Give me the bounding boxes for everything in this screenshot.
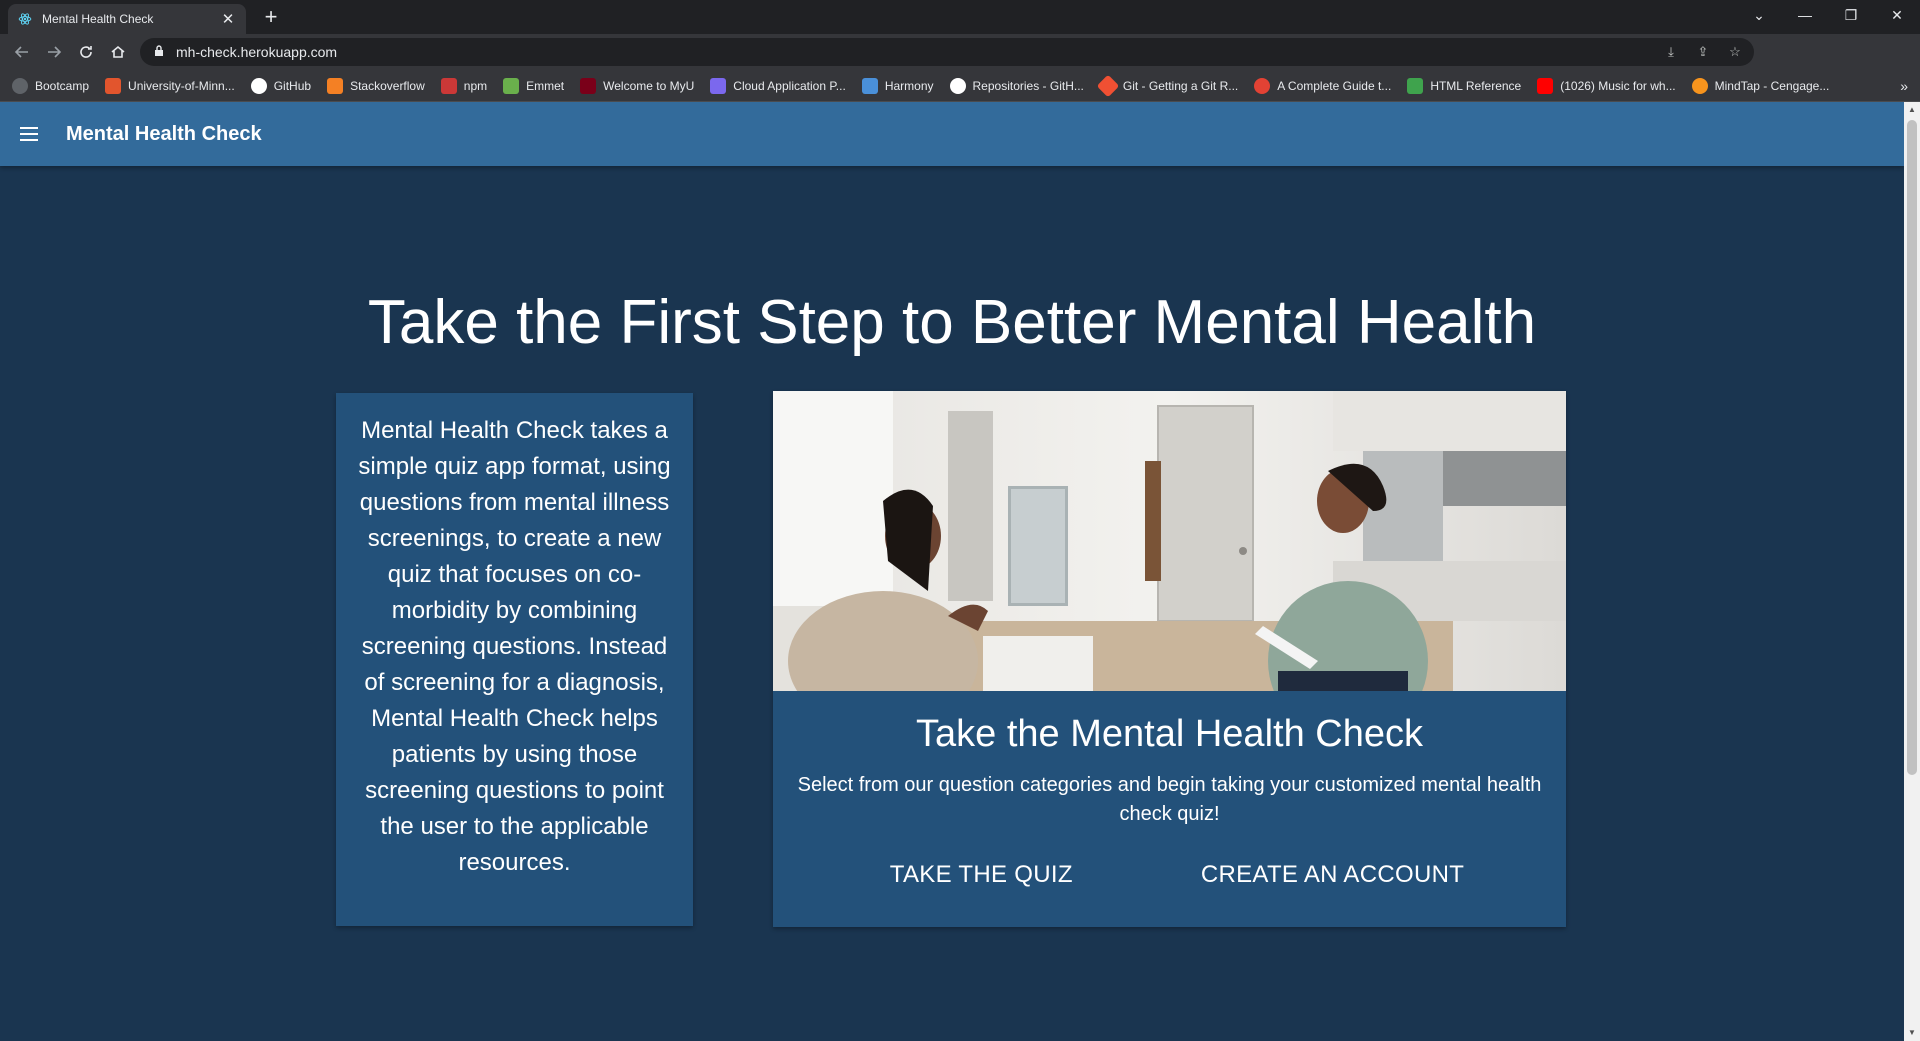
new-tab-button[interactable]: +	[258, 4, 284, 30]
harmony-icon	[861, 77, 878, 94]
bookmark-item[interactable]: HTML Reference	[1407, 77, 1521, 94]
bookmark-item[interactable]: A Complete Guide t...	[1254, 77, 1391, 94]
info-card: Mental Health Check takes a simple quiz …	[336, 393, 693, 926]
minimize-button[interactable]: —	[1782, 0, 1828, 30]
bookmark-item[interactable]: University-of-Minn...	[105, 77, 235, 94]
page-scrollbar[interactable]: ▲ ▼	[1904, 102, 1920, 1041]
install-app-icon[interactable]: ⤓	[1662, 43, 1680, 61]
bookmark-item[interactable]: Stackoverflow	[327, 77, 425, 94]
cloud-app-icon	[710, 77, 727, 94]
quiz-card: Take the Mental Health Check Select from…	[773, 391, 1566, 927]
bookmark-item[interactable]: (1026) Music for wh...	[1537, 77, 1676, 94]
restore-button[interactable]: ❐	[1828, 0, 1874, 30]
browser-tab[interactable]: Mental Health Check ✕	[8, 4, 246, 34]
npm-icon	[440, 77, 457, 94]
address-bar[interactable]: mh-check.herokuapp.com ⤓ ⇪ ☆	[140, 38, 1754, 66]
lock-icon[interactable]	[154, 44, 164, 60]
brand-title[interactable]: Mental Health Check	[66, 123, 262, 146]
quiz-card-description: Select from our question categories and …	[797, 774, 1542, 825]
mindtap-icon	[1691, 77, 1708, 94]
back-arrow-icon	[14, 46, 28, 58]
reload-button[interactable]	[70, 36, 102, 68]
emmet-icon	[503, 77, 520, 94]
bookmark-favicon-icon	[12, 77, 28, 94]
browser-tab-bar: Mental Health Check ✕ + ⌄ — ❐ ✕	[0, 0, 1920, 34]
scrollbar-thumb[interactable]	[1907, 120, 1917, 775]
hamburger-menu-icon[interactable]	[20, 122, 44, 146]
browser-toolbar: mh-check.herokuapp.com ⤓ ⇪ ☆ uO R ʙʙ ✚ ▮…	[0, 34, 1920, 96]
bookmark-item[interactable]: Cloud Application P...	[710, 77, 846, 94]
hero-title: Take the First Step to Better Mental Hea…	[367, 288, 1537, 357]
quiz-card-actions: TAKE THE QUIZ CREATE AN ACCOUNT	[773, 861, 1566, 889]
bookmark-item[interactable]: Welcome to MyU	[580, 77, 694, 94]
omnibox-actions: ⤓ ⇪ ☆	[1662, 43, 1754, 61]
bookmark-item[interactable]: GitHub	[250, 77, 311, 94]
scroll-down-icon[interactable]: ▼	[1904, 1025, 1920, 1041]
bookmarks-bar: Bootcamp University-of-Minn... GitHub St…	[0, 70, 1920, 102]
take-quiz-button[interactable]: TAKE THE QUIZ	[890, 861, 1073, 889]
bookmark-item[interactable]: Git - Getting a Git R...	[1096, 74, 1238, 97]
back-button[interactable]	[6, 36, 38, 68]
git-icon	[1096, 74, 1120, 97]
counseling-session-photo	[773, 391, 1566, 691]
bookmark-item[interactable]: Bootcamp	[12, 77, 89, 94]
bookmark-item[interactable]: MindTap - Cengage...	[1691, 77, 1829, 94]
home-icon	[111, 45, 125, 58]
reload-icon	[80, 46, 92, 58]
scroll-up-icon[interactable]: ▲	[1904, 102, 1920, 118]
bookmark-item[interactable]: Harmony	[861, 77, 934, 94]
bookmark-item[interactable]: npm	[440, 77, 487, 94]
react-favicon-icon	[18, 12, 32, 26]
github-icon	[949, 77, 966, 94]
info-text: Mental Health Check takes a simple quiz …	[358, 417, 671, 876]
tab-close-icon[interactable]: ✕	[220, 10, 236, 28]
myu-icon	[580, 77, 597, 94]
app-bar: Mental Health Check	[0, 102, 1904, 166]
create-account-button[interactable]: CREATE AN ACCOUNT	[1201, 861, 1464, 889]
tab-search-icon[interactable]: ⌄	[1736, 0, 1782, 30]
page-content: Mental Health Check Take the First Step …	[0, 102, 1904, 1041]
bookmark-item[interactable]: Emmet	[503, 77, 564, 94]
youtube-icon	[1537, 77, 1554, 94]
tab-title: Mental Health Check	[42, 12, 154, 26]
stackoverflow-icon	[327, 77, 344, 94]
home-button[interactable]	[102, 36, 134, 68]
quiz-card-title: Take the Mental Health Check	[916, 713, 1423, 755]
w3-icon	[1407, 77, 1424, 94]
window-controls: ⌄ — ❐ ✕	[1736, 0, 1920, 30]
bookmark-favicon-icon	[105, 77, 122, 94]
share-icon[interactable]: ⇪	[1694, 43, 1712, 61]
github-icon	[250, 77, 267, 94]
bookmark-star-icon[interactable]: ☆	[1726, 43, 1744, 61]
guide-icon	[1254, 77, 1271, 94]
close-window-button[interactable]: ✕	[1874, 0, 1920, 30]
forward-arrow-icon	[48, 46, 62, 58]
bookmark-item[interactable]: Repositories - GitH...	[949, 77, 1084, 94]
bookmarks-overflow-icon[interactable]: »	[1900, 70, 1908, 102]
forward-button[interactable]	[38, 36, 70, 68]
url-text[interactable]: mh-check.herokuapp.com	[176, 44, 1662, 60]
